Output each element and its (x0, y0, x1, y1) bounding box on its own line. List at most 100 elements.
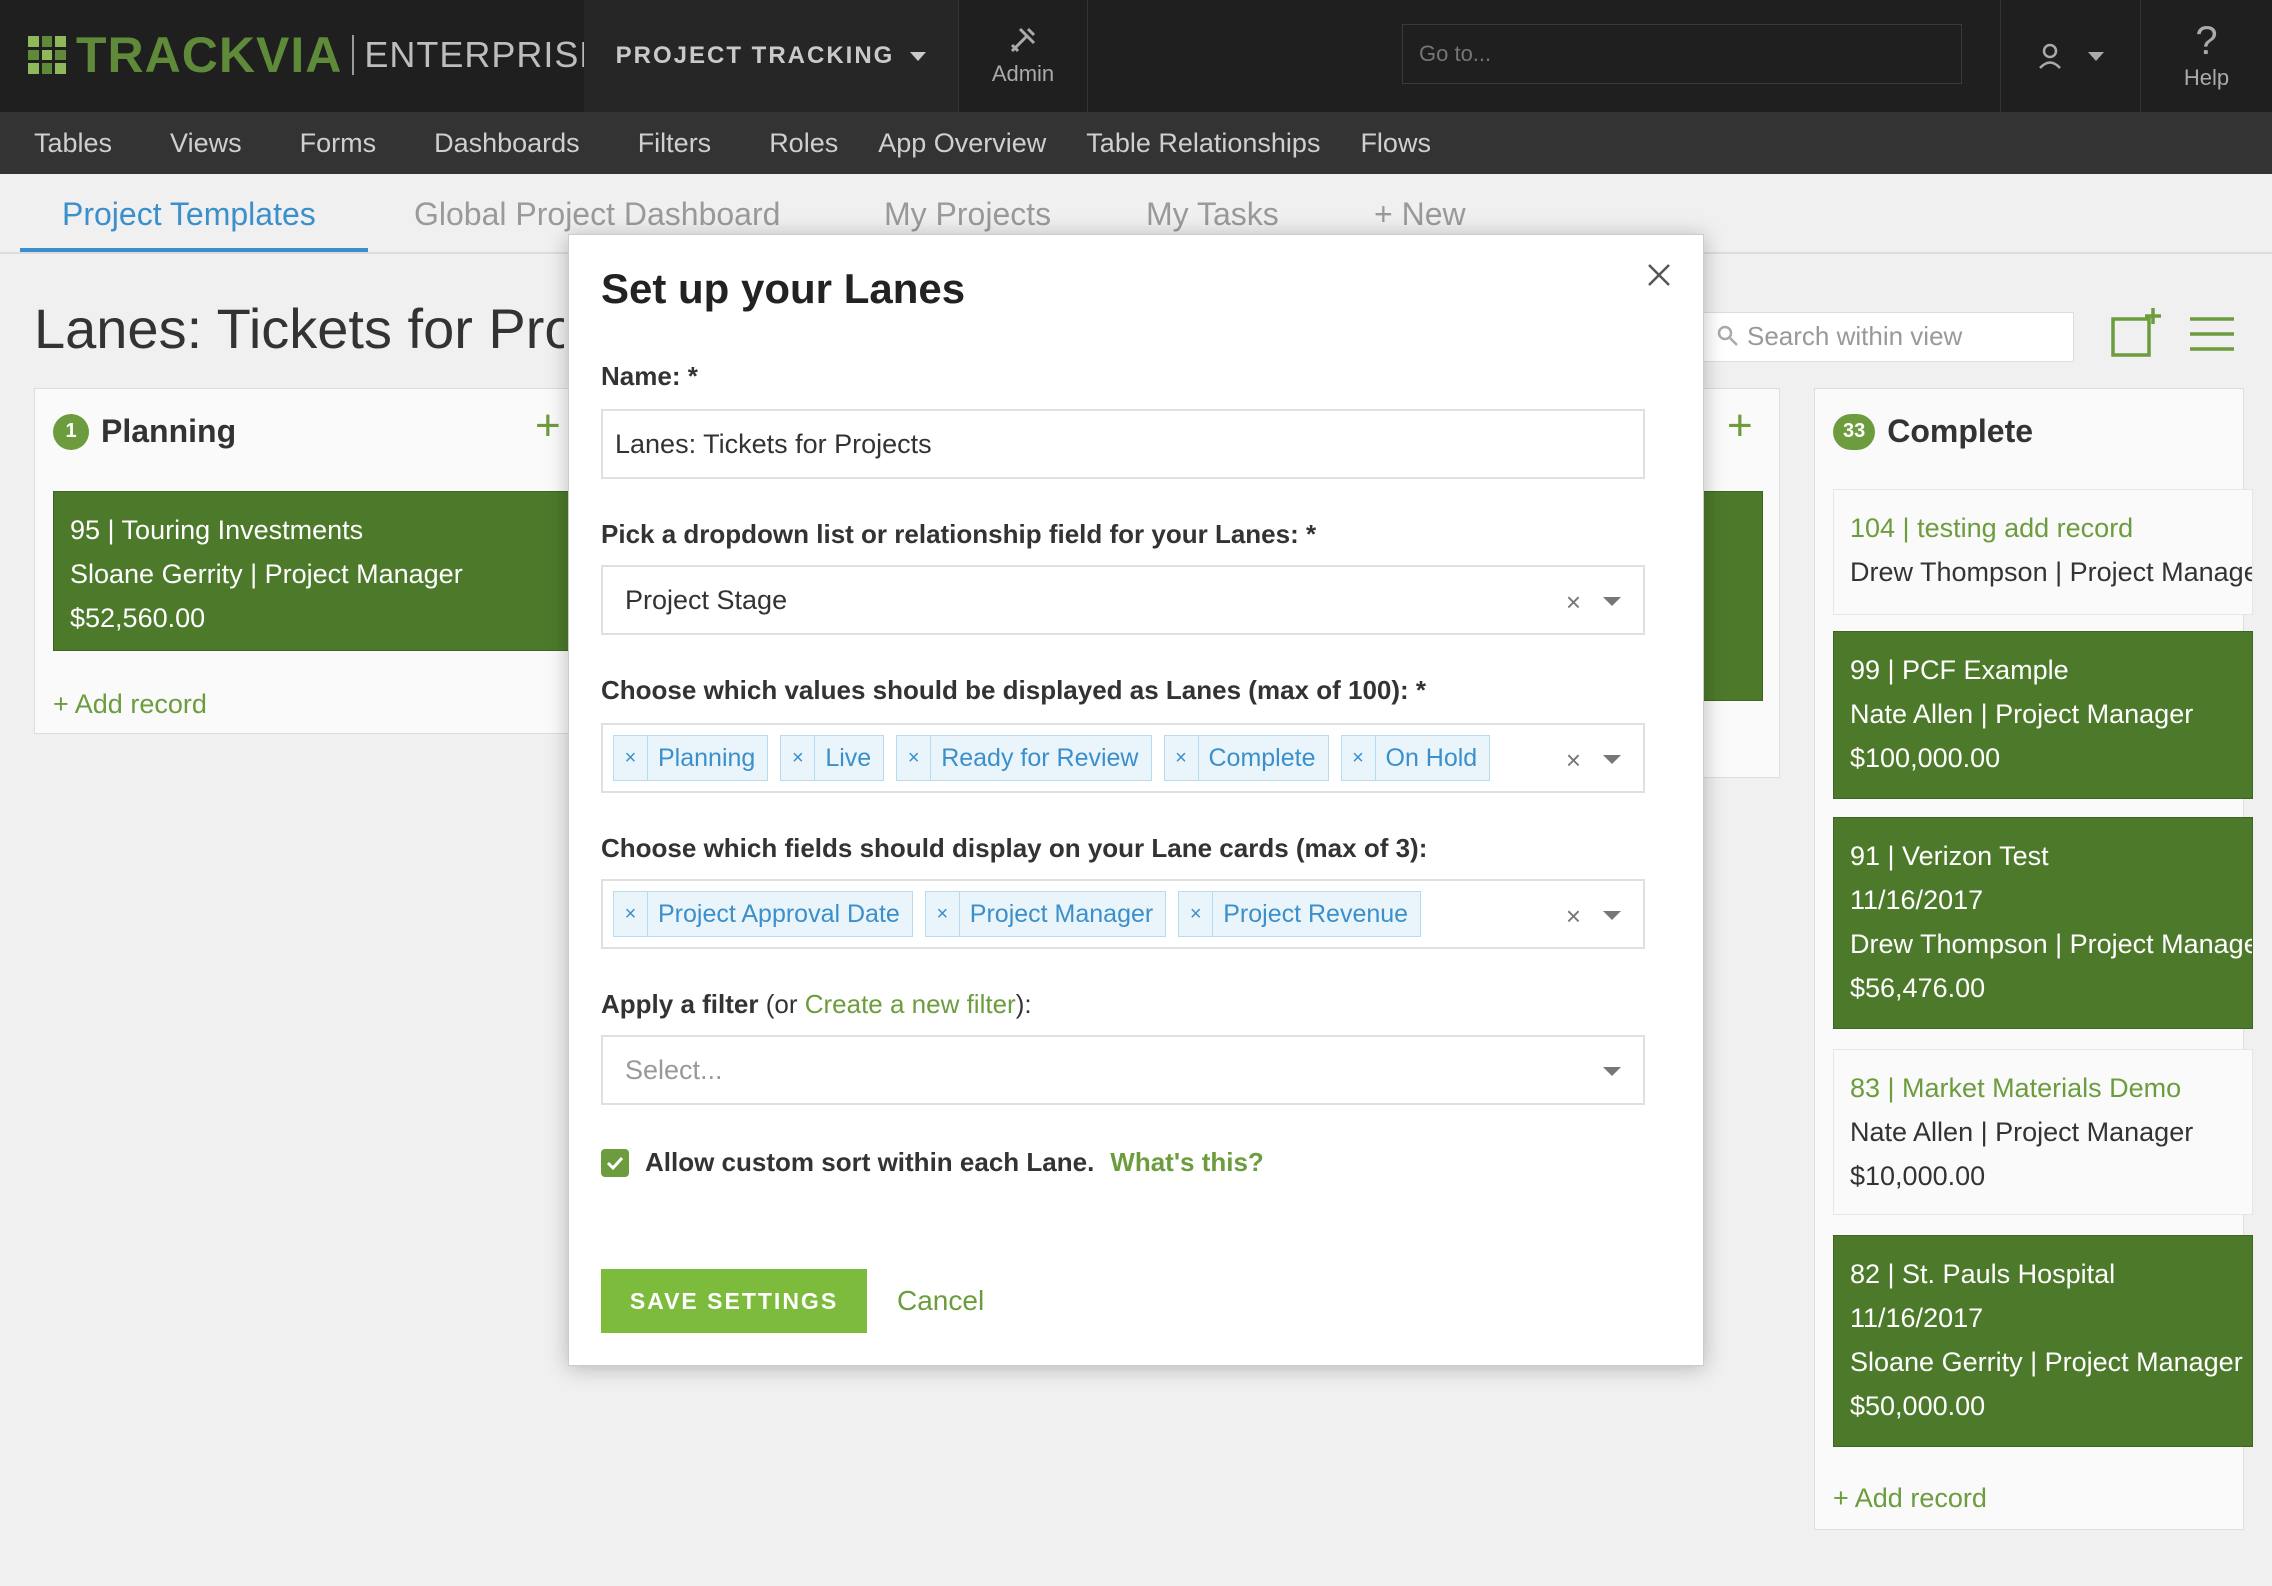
lane-count-badge: 33 (1833, 413, 1876, 450)
chevron-down-icon (1603, 597, 1621, 606)
tab-project-templates[interactable]: Project Templates (62, 196, 316, 233)
goto-input[interactable] (1402, 24, 1962, 84)
lane-card[interactable]: 104 | testing add record Drew Thompson |… (1833, 489, 2253, 615)
logo-separator (352, 35, 355, 75)
clear-icon[interactable]: × (1566, 587, 1581, 618)
remove-chip-icon[interactable]: × (781, 736, 816, 780)
lane-card[interactable]: 82 | St. Pauls Hospital 11/16/2017 Sloan… (1833, 1235, 2253, 1447)
lane-values-select[interactable]: × Planning × Live × Ready for Review × Compl… (601, 723, 1645, 793)
app-switcher[interactable]: PROJECT TRACKING (584, 0, 958, 112)
close-button[interactable] (1639, 255, 1679, 295)
lane-card[interactable]: 91 | Verizon Test 11/16/2017 Drew Thomps… (1833, 817, 2253, 1029)
checkmark-icon (606, 1156, 624, 1170)
admin-label: Admin (991, 61, 1055, 86)
filter-select[interactable]: Select... (601, 1035, 1645, 1105)
chevron-down-icon (1603, 911, 1621, 920)
add-record-link[interactable]: + Add record (53, 689, 207, 720)
add-record-link[interactable]: + Add record (1833, 1483, 1987, 1514)
chevron-down-icon (910, 51, 927, 61)
lane-values-chips: × Planning × Live × Ready for Review × Compl… (613, 735, 1491, 781)
card-title: 91 | Verizon Test (1850, 841, 2049, 871)
tab-global-project-dashboard[interactable]: Global Project Dashboard (414, 196, 780, 233)
nav-flows[interactable]: Flows (1360, 128, 1431, 159)
nav-dashboards[interactable]: Dashboards (434, 128, 580, 159)
lane-header: 1 Planning (53, 413, 236, 450)
nav-table-relationships[interactable]: Table Relationships (1086, 128, 1320, 159)
name-field[interactable]: Lanes: Tickets for Projects (601, 409, 1645, 479)
filter-label-close: ): (1015, 989, 1032, 1019)
add-card-icon[interactable]: + (535, 401, 561, 451)
tools-icon (1010, 27, 1036, 53)
filter-placeholder: Select... (625, 1054, 723, 1085)
card-line: $52,560.00 (70, 603, 206, 633)
card-line: $50,000.00 (1850, 1391, 1986, 1421)
lane-card[interactable]: 99 | PCF Example Nate Allen | Project Ma… (1833, 631, 2253, 799)
chip-label: Project Revenue (1223, 899, 1409, 928)
name-value: Lanes: Tickets for Projects (615, 428, 932, 459)
nav-views[interactable]: Views (170, 128, 242, 159)
custom-sort-row: Allow custom sort within each Lane. What… (601, 1147, 1264, 1178)
tab-new[interactable]: + New (1374, 196, 1466, 233)
nav-filters[interactable]: Filters (638, 128, 712, 159)
top-bar: TRACKVIA ENTERPRISE PROJECT TRACKING Adm… (0, 0, 2272, 112)
card-fields-chips: × Project Approval Date × Project Manager … (613, 891, 1422, 937)
filter-label: Apply a filter (or Create a new filter): (601, 989, 1032, 1020)
whats-this-link[interactable]: What's this? (1110, 1147, 1264, 1178)
lane-complete: 33 Complete 104 | testing add record Dre… (1814, 388, 2253, 1530)
tab-my-projects[interactable]: My Projects (884, 196, 1051, 233)
card-title: 95 | Touring Investments (70, 515, 364, 545)
remove-chip-icon[interactable]: × (1165, 736, 1199, 780)
remove-chip-icon[interactable]: × (897, 736, 932, 780)
remove-chip-icon[interactable]: × (614, 892, 648, 936)
remove-chip-icon[interactable]: × (1342, 736, 1376, 780)
lane-card[interactable]: 83 | Market Materials Demo Nate Allen | … (1833, 1049, 2253, 1215)
help-button[interactable]: ? Help (2140, 0, 2272, 112)
user-menu[interactable] (2000, 0, 2140, 112)
tab-my-tasks[interactable]: My Tasks (1146, 196, 1279, 233)
chevron-down-icon (2087, 51, 2104, 61)
card-title: 82 | St. Pauls Hospital (1850, 1259, 2116, 1289)
nav-roles[interactable]: Roles (769, 128, 838, 159)
logo-grid-icon (28, 36, 66, 74)
lane-count-badge: 1 (53, 413, 89, 450)
card-line: Sloane Gerrity | Project Manager (1850, 1347, 2243, 1377)
logo-text: TRACKVIA (76, 27, 343, 83)
trackvia-logo[interactable]: TRACKVIA ENTERPRISE (28, 27, 604, 83)
cancel-link[interactable]: Cancel (897, 1285, 984, 1317)
chip-label: On Hold (1385, 743, 1478, 772)
lane-title: Complete (1887, 413, 2034, 449)
chip-label: Project Approval Date (658, 899, 900, 928)
card-line: Nate Allen | Project Manager (1850, 1117, 2194, 1147)
lane-card[interactable]: 95 | Touring Investments Sloane Gerrity … (53, 491, 613, 651)
card-line: $100,000.00 (1850, 743, 2001, 773)
app-switcher-label: PROJECT TRACKING (615, 42, 895, 69)
nav-app-overview[interactable]: App Overview (878, 128, 1046, 159)
nav-forms[interactable]: Forms (300, 128, 377, 159)
clear-icon[interactable]: × (1566, 745, 1581, 776)
active-tab-indicator (20, 248, 368, 252)
save-settings-button[interactable]: SAVE SETTINGS (601, 1269, 867, 1333)
create-filter-link[interactable]: Create a new filter (805, 989, 1016, 1019)
admin-button[interactable]: Admin (958, 0, 1088, 112)
chip-label: Project Manager (969, 899, 1154, 928)
add-lane-icon[interactable] (2110, 306, 2162, 358)
question-icon: ? (2195, 19, 2218, 63)
remove-chip-icon[interactable]: × (614, 736, 648, 780)
custom-sort-checkbox[interactable] (601, 1148, 629, 1177)
chip-project-revenue: × Project Revenue (1178, 891, 1422, 937)
remove-chip-icon[interactable]: × (1179, 892, 1214, 936)
card-fields-select[interactable]: × Project Approval Date × Project Manager … (601, 879, 1645, 949)
search-within-view[interactable]: Search within view (1702, 312, 2074, 362)
card-line: $56,476.00 (1850, 973, 1986, 1003)
nav-bar: Tables Views Forms Dashboards Filters Ro… (0, 112, 2272, 174)
chevron-down-icon (1603, 755, 1621, 764)
add-card-icon[interactable]: + (1727, 401, 1753, 451)
lane-field-label: Pick a dropdown list or relationship fie… (601, 519, 1317, 549)
card-line: Nate Allen | Project Manager (1850, 699, 2194, 729)
lane-field-select[interactable]: Project Stage × (601, 565, 1645, 635)
hamburger-icon[interactable] (2190, 316, 2234, 352)
card-title: 104 | testing add record (1850, 513, 2134, 543)
nav-tables[interactable]: Tables (34, 128, 112, 159)
clear-icon[interactable]: × (1566, 901, 1581, 932)
remove-chip-icon[interactable]: × (926, 892, 960, 936)
